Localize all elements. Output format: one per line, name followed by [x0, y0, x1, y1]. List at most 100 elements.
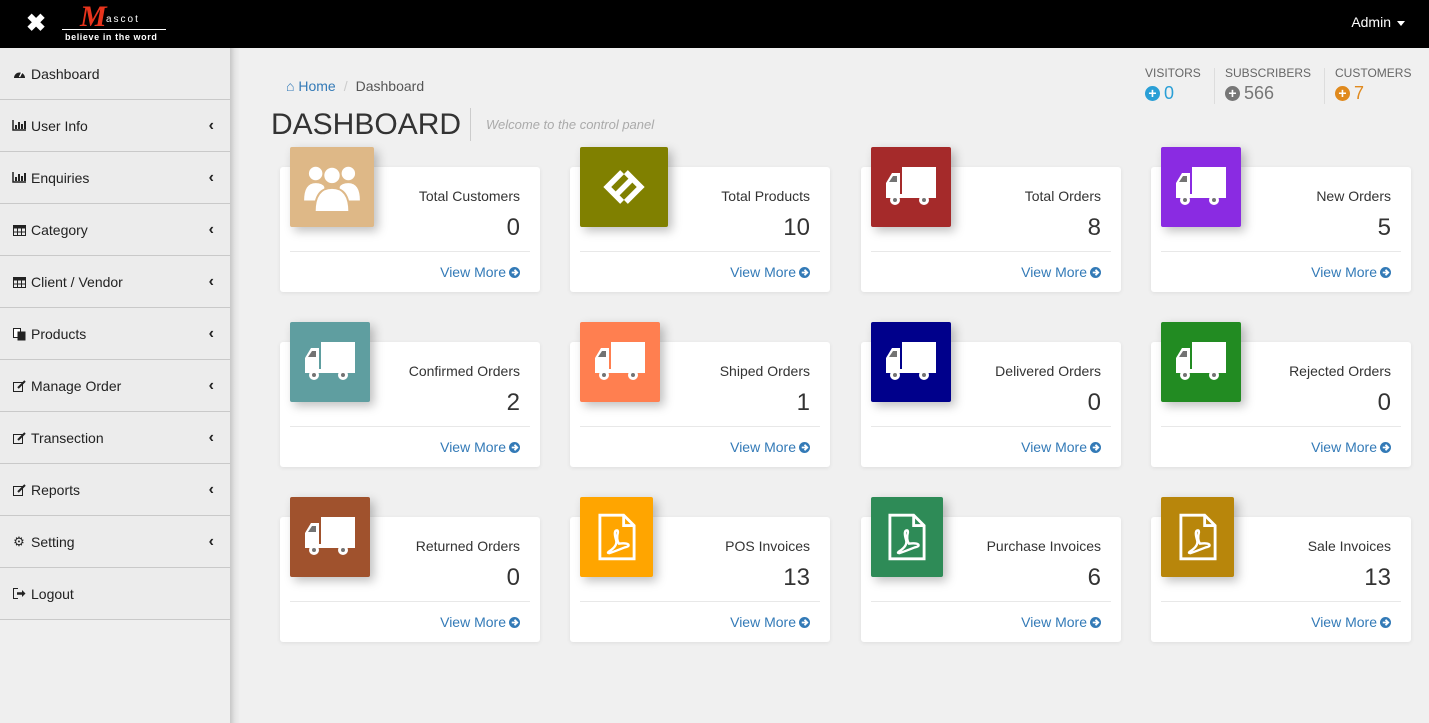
- view-more-link[interactable]: View More: [730, 439, 810, 455]
- sign-out-icon: [12, 587, 26, 600]
- sidebar-item-label: Client / Vendor: [31, 273, 123, 290]
- card-divider: [580, 251, 820, 252]
- link-icon: [580, 147, 668, 227]
- stat-label: VISITORS: [1145, 66, 1201, 80]
- card-value: 0: [1377, 389, 1391, 416]
- sidebar-item-label: Reports: [31, 481, 81, 498]
- sidebar-item-label: Setting: [31, 533, 75, 550]
- brand-logo[interactable]: M ascot believe in the word: [62, 0, 166, 44]
- edit-icon: [12, 431, 26, 444]
- arrow-right-icon: [509, 442, 520, 453]
- card-title: Delivered Orders: [995, 363, 1101, 379]
- view-more-link[interactable]: View More: [440, 439, 520, 455]
- card-value: 2: [506, 389, 520, 416]
- breadcrumb-current: Dashboard: [355, 78, 425, 94]
- card-value: 1: [796, 389, 810, 416]
- gear-icon: ⚙: [13, 533, 25, 549]
- edit-icon: [12, 483, 26, 496]
- pdf-icon: [580, 497, 653, 577]
- breadcrumb-separator: /: [343, 78, 348, 94]
- card-value: 10: [783, 214, 810, 241]
- sidebar-item-logout[interactable]: Logout: [0, 568, 230, 620]
- arrow-right-icon: [509, 617, 520, 628]
- sidebar-item-label: Products: [31, 325, 87, 342]
- sidebar-item-setting[interactable]: ⚙ Setting ‹: [0, 516, 230, 568]
- view-more-link[interactable]: View More: [1021, 439, 1101, 455]
- card-title: Returned Orders: [415, 538, 520, 554]
- card-divider: [290, 426, 530, 427]
- sidebar-item-user-info[interactable]: User Info ‹: [0, 100, 230, 152]
- view-more-link[interactable]: View More: [730, 264, 810, 280]
- stat-label: SUBSCRIBERS: [1225, 66, 1312, 80]
- view-more-link[interactable]: View More: [1311, 264, 1391, 280]
- sidebar-item-label: Dashboard: [31, 65, 100, 82]
- card-rejected-orders: Rejected Orders 0 View More: [1151, 322, 1411, 467]
- card-confirmed-orders: Confirmed Orders 2 View More: [280, 322, 540, 467]
- view-more-link[interactable]: View More: [730, 614, 810, 630]
- view-more-link[interactable]: View More: [1311, 614, 1391, 630]
- sidebar-item-enquiries[interactable]: Enquiries ‹: [0, 152, 230, 204]
- arrow-right-icon: [1380, 442, 1391, 453]
- card-title: POS Invoices: [725, 538, 810, 554]
- card-value: 0: [1087, 389, 1101, 416]
- truck-icon: [871, 322, 951, 402]
- sidebar-item-reports[interactable]: Reports ‹: [0, 464, 230, 516]
- view-more-link[interactable]: View More: [440, 264, 520, 280]
- plus-circle-icon: +: [1335, 86, 1350, 101]
- logo-brand: ascot: [106, 14, 140, 25]
- sidebar-item-category[interactable]: Category ‹: [0, 204, 230, 256]
- truck-icon: [580, 322, 660, 402]
- truck-icon: [1161, 322, 1241, 402]
- sidebar-item-dashboard[interactable]: Dashboard: [0, 48, 230, 100]
- bar-chart-icon: [12, 119, 26, 132]
- chevron-left-icon: ‹: [208, 429, 214, 446]
- arrow-right-icon: [799, 267, 810, 278]
- card-total-products: Total Products 10 View More: [570, 147, 830, 292]
- chevron-left-icon: ‹: [208, 117, 214, 134]
- view-more-link[interactable]: View More: [1021, 264, 1101, 280]
- sidebar-item-client-vendor[interactable]: Client / Vendor ‹: [0, 256, 230, 308]
- card-title: Confirmed Orders: [408, 363, 520, 379]
- breadcrumb-home-link[interactable]: ⌂ Home: [286, 78, 336, 94]
- sidebar-item-products[interactable]: Products ‹: [0, 308, 230, 360]
- stat-customers: CUSTOMERS +7: [1335, 66, 1411, 104]
- arrow-right-icon: [509, 267, 520, 278]
- bar-chart-icon: [12, 171, 26, 184]
- sidebar-item-label: Transection: [31, 429, 104, 446]
- arrow-right-icon: [1380, 617, 1391, 628]
- arrow-right-icon: [1090, 267, 1101, 278]
- view-more-link[interactable]: View More: [1311, 439, 1391, 455]
- card-divider: [871, 426, 1111, 427]
- dashboard-icon: [12, 68, 26, 80]
- card-title: Shiped Orders: [719, 363, 810, 379]
- sidebar-item-transection[interactable]: Transection ‹: [0, 412, 230, 464]
- view-more-link[interactable]: View More: [440, 614, 520, 630]
- plus-circle-icon: +: [1145, 86, 1160, 101]
- chevron-left-icon: ‹: [208, 377, 214, 394]
- stat-divider: [1214, 68, 1215, 104]
- admin-user-menu[interactable]: Admin: [1351, 14, 1405, 30]
- users-icon: [290, 147, 374, 227]
- admin-label: Admin: [1351, 14, 1391, 30]
- card-title: Purchase Invoices: [986, 538, 1101, 554]
- view-more-link[interactable]: View More: [1021, 614, 1101, 630]
- sidebar-item-manage-order[interactable]: Manage Order ‹: [0, 360, 230, 412]
- card-delivered-orders: Delivered Orders 0 View More: [861, 322, 1121, 467]
- card-value: 0: [506, 214, 520, 241]
- card-divider: [871, 251, 1111, 252]
- arrow-right-icon: [1090, 442, 1101, 453]
- stat-value: 566: [1244, 83, 1275, 103]
- close-sidebar-icon[interactable]: ✖: [24, 12, 48, 36]
- card-shiped-orders: Shiped Orders 1 View More: [570, 322, 830, 467]
- sidebar-item-label: Logout: [31, 585, 74, 602]
- stat-visitors: VISITORS +0: [1145, 66, 1201, 104]
- card-divider: [580, 601, 820, 602]
- card-title: New Orders: [1316, 188, 1391, 204]
- logo-tagline: believe in the word: [65, 32, 158, 42]
- card-value: 0: [506, 564, 520, 591]
- logo-underline: [62, 29, 166, 30]
- card-divider: [580, 426, 820, 427]
- sidebar-item-label: Manage Order: [31, 377, 122, 394]
- top-navbar: ✖ M ascot believe in the word Admin: [0, 0, 1429, 48]
- chevron-left-icon: ‹: [208, 221, 214, 238]
